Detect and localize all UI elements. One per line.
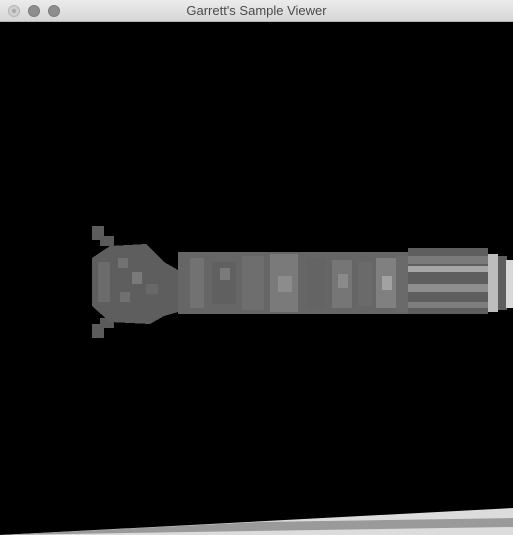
object-tail-stripe: [408, 302, 488, 308]
render-canvas: [0, 22, 513, 535]
object-tail-edge: [506, 260, 513, 308]
object-head-shade: [98, 262, 110, 302]
object-tail-stripe: [408, 266, 488, 272]
object-shaft-pixel: [338, 274, 348, 288]
window-title: Garrett's Sample Viewer: [186, 3, 327, 18]
object-shaft-pixel: [278, 276, 292, 292]
object-tail-stripe: [408, 256, 488, 264]
object-head-pixel: [146, 284, 158, 294]
object-shaft-band: [190, 258, 204, 308]
object-shaft-pixel: [382, 276, 392, 290]
object-tail-cap: [498, 256, 507, 310]
object-prong-top-inner: [100, 236, 114, 246]
object-tail-end: [488, 254, 498, 312]
object-head-pixel: [120, 292, 130, 302]
app-window: Garrett's Sample Viewer: [0, 0, 513, 535]
object-shaft-band: [242, 256, 264, 310]
object-head-pixel: [118, 258, 128, 268]
object-shaft-pixel: [220, 268, 230, 280]
object-tail-stripe: [408, 284, 488, 292]
object-head-pixel: [132, 272, 142, 284]
object-shaft-band: [306, 258, 326, 308]
title-bar[interactable]: Garrett's Sample Viewer: [0, 0, 513, 22]
object-shaft-band: [396, 256, 408, 312]
render-viewport[interactable]: [0, 22, 513, 535]
object-shaft-band: [358, 262, 372, 306]
